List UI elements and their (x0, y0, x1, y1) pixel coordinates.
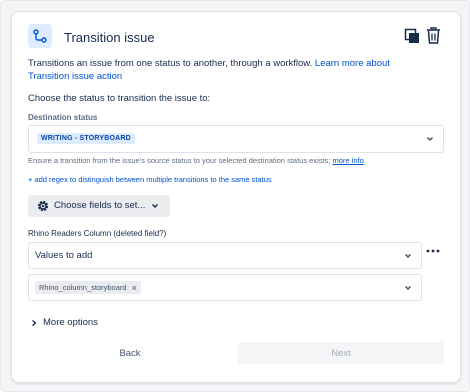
description-text: Transitions an issue from one status to … (28, 58, 315, 69)
destination-status-label: Destination status (28, 113, 98, 122)
more-options-icon[interactable] (426, 248, 440, 254)
transition-issue-card: Transition issue Transitions an issue fr… (11, 11, 461, 383)
chevron-down-icon (404, 253, 412, 259)
choose-fields-button[interactable]: Choose fields to set... (28, 195, 170, 217)
more-options-toggle[interactable]: More options (30, 317, 98, 328)
selected-value-tag: Rhino_column_storyboard × (35, 281, 141, 294)
ensure-suffix: . (363, 156, 366, 165)
values-select-value: Values to add (35, 250, 93, 261)
add-regex-link[interactable]: + add regex to distinguish between multi… (28, 175, 272, 184)
ensure-transition-note: Ensure a transition from the issue's sou… (28, 156, 366, 165)
chevron-right-icon (32, 319, 37, 326)
chevron-down-icon (426, 136, 434, 142)
gear-icon (37, 200, 49, 212)
transition-icon (28, 24, 52, 48)
status-lozenge: WRITING - STORYBOARD (37, 133, 135, 144)
choose-fields-label: Choose fields to set... (54, 200, 146, 211)
trash-icon[interactable] (426, 27, 441, 44)
description: Transitions an issue from one status to … (28, 57, 428, 83)
copy-icon[interactable] (404, 28, 420, 44)
choose-status-label: Choose the status to transition the issu… (28, 93, 211, 104)
card-title: Transition issue (64, 30, 155, 45)
close-icon[interactable]: × (132, 283, 137, 293)
next-button[interactable]: Next (238, 342, 444, 364)
more-info-link[interactable]: more info (333, 156, 364, 165)
chevron-down-icon (404, 285, 412, 291)
destination-status-select[interactable]: WRITING - STORYBOARD (28, 125, 444, 153)
more-options-label: More options (43, 317, 98, 328)
panel-frame: Transition issue Transitions an issue fr… (0, 0, 470, 392)
field-values-select[interactable]: Rhino_column_storyboard × (28, 274, 422, 301)
chevron-down-icon (151, 203, 159, 209)
back-button[interactable]: Back (28, 342, 232, 364)
ensure-text: Ensure a transition from the issue's sou… (28, 156, 333, 165)
field-label: Rhino Readers Column (deleted field?) (28, 229, 167, 238)
tag-label: Rhino_column_storyboard (39, 283, 127, 292)
values-action-select[interactable]: Values to add (28, 242, 422, 269)
